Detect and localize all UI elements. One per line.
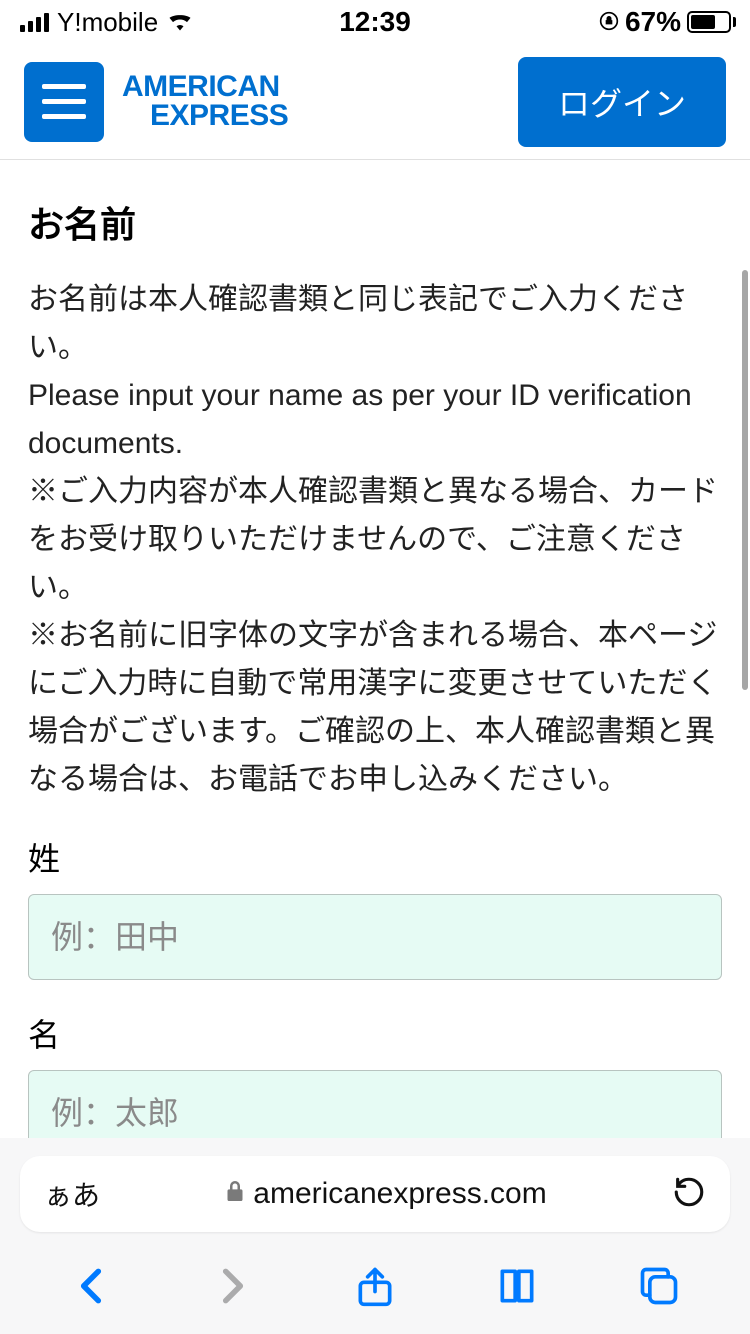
- carrier-label: Y!mobile: [57, 7, 158, 38]
- instruction-jp: お名前は本人確認書類と同じ表記でご入力ください。: [28, 276, 722, 372]
- status-right: 67%: [599, 6, 736, 38]
- app-header: AMERICAN EXPRESS ログイン: [0, 44, 750, 160]
- note-1: ※ご入力内容が本人確認書類と異なる場合、カードをお受け取りいただけませんので、ご…: [28, 468, 722, 612]
- browser-toolbar: [0, 1250, 750, 1334]
- share-button[interactable]: [353, 1264, 397, 1313]
- label-last-name: 姓: [28, 834, 722, 880]
- note-2: ※お名前に旧字体の文字が含まれる場合、本ページにご入力時に自動で常用漢字に変更さ…: [28, 612, 722, 804]
- forward-button[interactable]: [211, 1264, 255, 1313]
- wifi-icon: [166, 6, 194, 38]
- status-bar: Y!mobile 12:39 67%: [0, 0, 750, 44]
- battery-icon: [687, 11, 736, 33]
- logo-line1: AMERICAN: [122, 73, 288, 102]
- battery-percent: 67%: [625, 6, 681, 38]
- bookmarks-button[interactable]: [495, 1264, 539, 1313]
- clock: 12:39: [339, 6, 411, 38]
- input-first-name[interactable]: [28, 1070, 722, 1138]
- signal-strength-icon: [20, 12, 49, 32]
- logo-line2: EXPRESS: [122, 102, 288, 131]
- label-first-name: 名: [28, 1010, 722, 1056]
- browser-url-bar: ぁあ americanexpress.com: [0, 1138, 750, 1250]
- domain-text: americanexpress.com: [253, 1177, 546, 1211]
- input-last-name[interactable]: [28, 894, 722, 980]
- lock-icon: [225, 1177, 245, 1211]
- instruction-en: Please input your name as per your ID ve…: [28, 372, 722, 468]
- brand-logo: AMERICAN EXPRESS: [122, 73, 288, 130]
- form-content: お名前 お名前は本人確認書類と同じ表記でご入力ください。 Please inpu…: [0, 160, 750, 1138]
- back-button[interactable]: [69, 1264, 113, 1313]
- section-title-name: お名前: [28, 196, 722, 248]
- login-button[interactable]: ログイン: [518, 57, 726, 147]
- rotation-lock-icon: [599, 6, 619, 38]
- tabs-button[interactable]: [637, 1264, 681, 1313]
- scroll-indicator[interactable]: [742, 270, 748, 690]
- status-left: Y!mobile: [20, 6, 194, 38]
- text-size-button[interactable]: ぁあ: [44, 1174, 100, 1214]
- url-display[interactable]: americanexpress.com: [114, 1177, 658, 1211]
- reload-button[interactable]: [672, 1175, 706, 1214]
- menu-button[interactable]: [24, 62, 104, 142]
- url-pill[interactable]: ぁあ americanexpress.com: [20, 1156, 730, 1232]
